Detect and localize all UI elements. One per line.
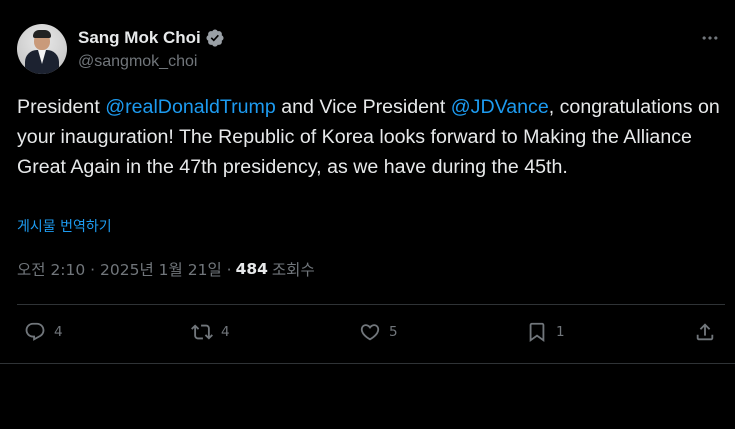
- divider: [17, 304, 725, 305]
- tweet-text-part-2: and Vice President: [275, 96, 451, 118]
- views-count: 484: [235, 260, 268, 278]
- reply-icon: [25, 322, 45, 341]
- timestamp[interactable]: 오전 2:10 · 2025년 1월 21일 ·: [17, 258, 232, 280]
- more-dots-icon: [702, 36, 718, 40]
- more-options-button[interactable]: [699, 28, 721, 48]
- author-display-name[interactable]: Sang Mok Choi: [78, 28, 201, 48]
- reply-button[interactable]: 4: [24, 321, 63, 343]
- name-row: Sang Mok Choi: [78, 27, 225, 49]
- bookmark-count: 1: [556, 324, 565, 340]
- bookmark-button[interactable]: 1: [526, 321, 565, 343]
- share-icon: [696, 323, 714, 341]
- translate-post-link[interactable]: 게시물 번역하기: [17, 216, 112, 236]
- tweet-card: Sang Mok Choi @sangmok_choi President @r…: [0, 0, 735, 364]
- author-handle[interactable]: @sangmok_choi: [78, 53, 225, 71]
- like-button[interactable]: 5: [359, 321, 398, 343]
- tweet-metadata: 오전 2:10 · 2025년 1월 21일 · 484 조회수: [17, 258, 315, 280]
- heart-icon: [360, 324, 380, 341]
- tweet-header: Sang Mok Choi @sangmok_choi: [17, 24, 225, 74]
- author-names: Sang Mok Choi @sangmok_choi: [78, 27, 225, 71]
- tweet-text: President @realDonaldTrump and Vice Pres…: [17, 92, 729, 182]
- avatar[interactable]: [17, 24, 67, 74]
- avatar-hair: [33, 30, 51, 38]
- reply-count: 4: [54, 324, 63, 340]
- repost-icon: [191, 324, 213, 340]
- verified-badge-icon[interactable]: [205, 28, 225, 48]
- like-count: 5: [389, 324, 398, 340]
- tweet-text-part-1: President: [17, 96, 106, 118]
- mention-link-trump[interactable]: @realDonaldTrump: [105, 96, 276, 118]
- views-label: 조회수: [271, 261, 315, 279]
- repost-count: 4: [221, 324, 230, 340]
- action-bar: 4 4 5 1: [0, 321, 735, 347]
- repost-button[interactable]: 4: [191, 321, 230, 343]
- share-button[interactable]: [694, 321, 716, 343]
- mention-link-vance[interactable]: @JDVance: [451, 96, 549, 118]
- bookmark-icon: [529, 322, 545, 343]
